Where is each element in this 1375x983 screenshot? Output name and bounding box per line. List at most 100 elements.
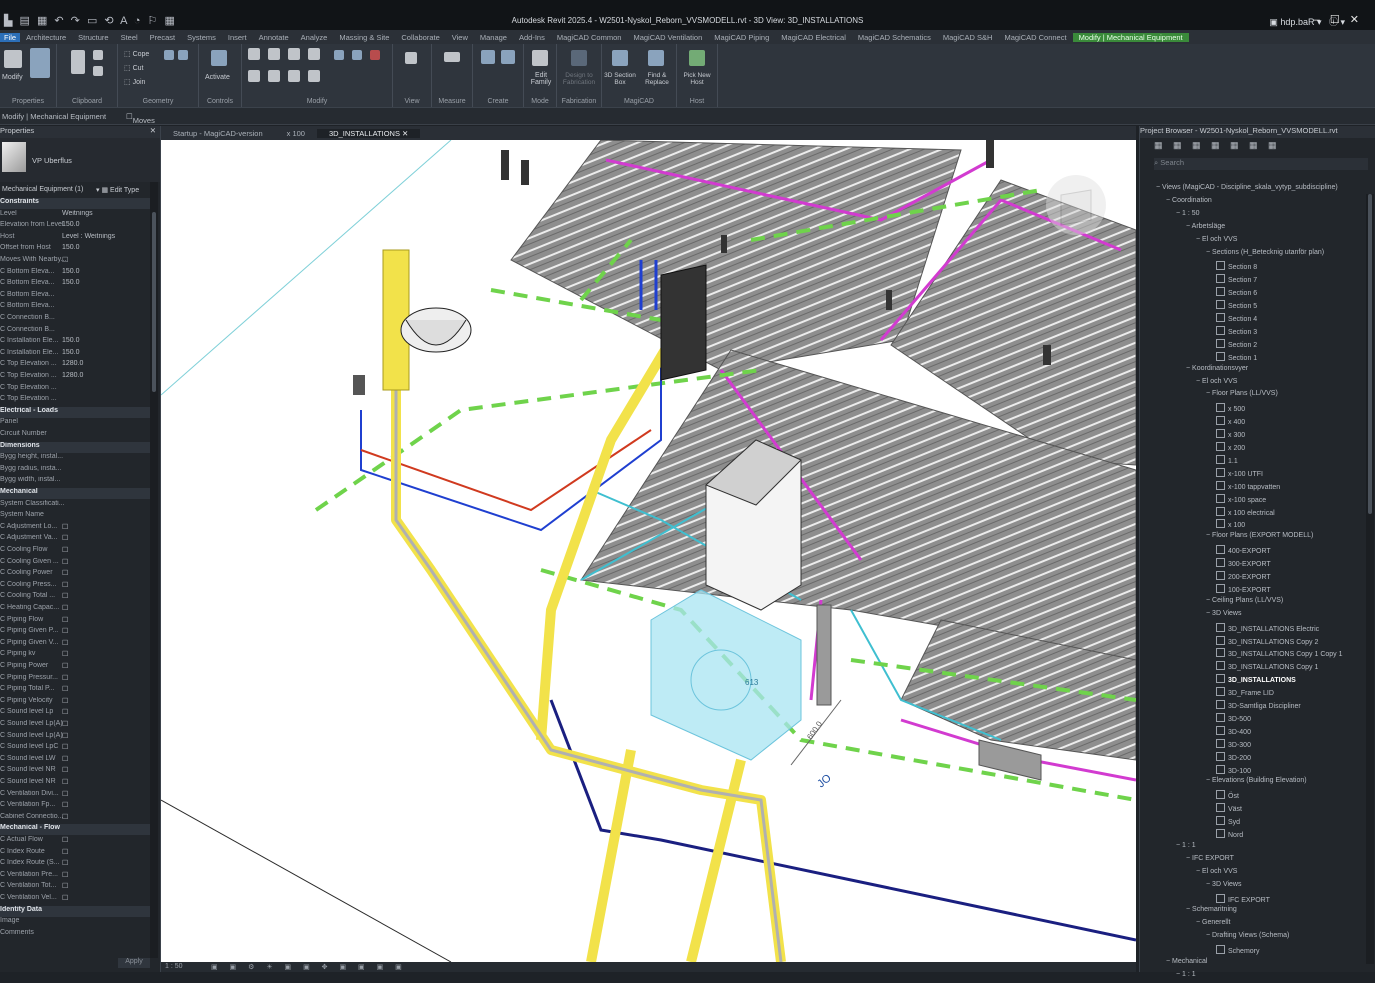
property-row[interactable]: Moves With Nearby... ☐ — [0, 256, 150, 267]
ribbon-tab[interactable]: MagiCAD Electrical — [775, 33, 852, 42]
browser-view-item[interactable]: 100-EXPORT — [1216, 583, 1271, 596]
array-icon[interactable] — [352, 50, 362, 60]
property-value[interactable]: 150.0 — [62, 221, 80, 228]
activate-icon[interactable] — [211, 50, 227, 66]
property-row[interactable]: C Ventilation Divi... ☐ — [0, 790, 150, 801]
browser-folder[interactable]: − Floor Plans (LL/VVS) — [1206, 390, 1278, 402]
property-row[interactable]: C Cooling Power ☐ — [0, 569, 150, 580]
browser-view-item[interactable]: Section 8 — [1216, 261, 1257, 273]
ribbon-tab[interactable]: Steel — [115, 33, 144, 42]
property-row[interactable]: Host Level : Weitnings — [0, 233, 150, 244]
property-row[interactable]: C Bottom Eleva... 150.0 — [0, 279, 150, 290]
browser-search-input[interactable]: ⌕ Search — [1154, 158, 1368, 170]
property-value[interactable]: 1280.0 — [62, 372, 83, 379]
property-value[interactable]: ☐ — [62, 534, 68, 542]
section-box-label[interactable]: 3D Section Box — [602, 72, 638, 86]
property-row[interactable]: C Index Route (S... ☐ — [0, 859, 150, 870]
browser-view-item[interactable]: Väst — [1216, 803, 1242, 815]
property-row[interactable]: C Piping Total P... ☐ — [0, 685, 150, 696]
design-to-fabrication-icon[interactable] — [571, 50, 587, 66]
browser-view-item[interactable]: 3D-Samtliga Discipliner — [1216, 700, 1301, 712]
properties-icon[interactable] — [30, 48, 50, 78]
browser-folder[interactable]: − 1 : 50 — [1176, 210, 1200, 222]
browser-view-item[interactable]: x-100 space — [1216, 493, 1266, 506]
browser-view-item[interactable]: Section 6 — [1216, 287, 1257, 299]
browser-folder[interactable]: − 3D Views — [1206, 610, 1242, 622]
ribbon-tab[interactable]: MagiCAD Common — [551, 33, 628, 42]
property-row[interactable]: C Index Route ☐ — [0, 848, 150, 859]
scale-label[interactable]: 1 : 50 — [165, 963, 183, 970]
property-row[interactable]: C Sound level Lp(A) ☐ — [0, 720, 150, 731]
ribbon-tab[interactable]: MagiCAD S&H — [937, 33, 999, 42]
browser-view-item[interactable]: IFC EXPORT — [1216, 893, 1270, 906]
browser-view-item[interactable]: x 400 — [1216, 416, 1245, 428]
browser-folder[interactable]: − Koordinationsvyer — [1186, 365, 1248, 377]
property-row[interactable]: C Piping kv ☐ — [0, 650, 150, 661]
browser-folder[interactable]: − Elevations (Building Elevation) — [1206, 777, 1307, 789]
browser-scrollbar[interactable] — [1366, 194, 1374, 964]
instance-selector[interactable]: Mechanical Equipment (1) ▾ ▦ Edit Type — [0, 184, 160, 196]
property-row[interactable]: C Ventilation Vel... ☐ — [0, 894, 150, 905]
ribbon-tab[interactable]: MagiCAD Connect — [998, 33, 1072, 42]
property-value[interactable]: ☐ — [62, 720, 68, 728]
property-value[interactable]: Level : Weitnings — [62, 233, 115, 240]
browser-view-item[interactable]: x 500 — [1216, 403, 1245, 415]
ribbon-tab[interactable]: View — [446, 33, 474, 42]
ribbon-tab[interactable]: MagiCAD Schematics — [852, 33, 937, 42]
modify-arrow-icon[interactable] — [4, 50, 22, 68]
browser-folder[interactable]: − El och VVS — [1196, 378, 1237, 390]
browser-folder[interactable]: − 1 : 1 — [1176, 971, 1196, 983]
browser-toolbar[interactable]: ▦ ▦ ▦ ▦ ▦ ▦ ▦ — [1154, 140, 1281, 151]
view-tab[interactable]: x 100 — [275, 129, 317, 138]
property-category[interactable]: Identity Data — [0, 905, 150, 917]
browser-view-item[interactable]: Öst — [1216, 790, 1239, 802]
property-value[interactable]: ☐ — [62, 732, 68, 740]
property-value[interactable]: ☐ — [62, 859, 68, 867]
join-button[interactable]: ⬚ Join — [124, 78, 145, 86]
rotate-icon[interactable] — [288, 70, 300, 82]
browser-view-item[interactable]: 3D-200 — [1216, 751, 1251, 764]
ribbon-tab[interactable]: Insert — [222, 33, 253, 42]
property-row[interactable]: C Cooling Total ... ☐ — [0, 592, 150, 603]
browser-view-item[interactable]: 400-EXPORT — [1216, 545, 1271, 557]
ribbon-tab[interactable]: Analyze — [295, 33, 334, 42]
delete-icon[interactable] — [370, 50, 380, 60]
property-row[interactable]: System Classificati... — [0, 500, 150, 511]
property-row[interactable]: Comments — [0, 929, 150, 940]
property-row[interactable]: C Cooling Press... ☐ — [0, 581, 150, 592]
selected-mechanical-equipment[interactable]: 613 — [650, 589, 802, 761]
browser-folder[interactable]: − Mechanical — [1166, 958, 1207, 970]
property-row[interactable]: C Ventilation Pre... ☐ — [0, 871, 150, 882]
copy-element-icon[interactable] — [268, 70, 280, 82]
property-row[interactable]: C Installation Ele... 150.0 — [0, 349, 150, 360]
ribbon-tab[interactable]: Collaborate — [395, 33, 445, 42]
property-value[interactable]: ☐ — [62, 697, 68, 705]
property-value[interactable]: ☐ — [62, 755, 68, 763]
property-value[interactable]: ☐ — [62, 813, 68, 821]
property-value[interactable]: ☐ — [62, 778, 68, 786]
property-row[interactable]: C Ventilation Tot... ☐ — [0, 882, 150, 893]
property-value[interactable]: ☐ — [62, 708, 68, 716]
property-value[interactable]: ☐ — [62, 790, 68, 798]
browser-folder[interactable]: − 1 : 1 — [1176, 842, 1196, 854]
ribbon-tab[interactable]: Add-Ins — [513, 33, 551, 42]
ribbon-tab[interactable]: MagiCAD Ventilation — [627, 33, 708, 42]
property-row[interactable]: Circuit Number — [0, 430, 150, 441]
property-row[interactable]: Bygg width, instal... — [0, 476, 150, 487]
align-icon[interactable] — [248, 48, 260, 60]
property-row[interactable]: C Sound level NR ☐ — [0, 766, 150, 777]
browser-folder[interactable]: − Coordination — [1166, 197, 1212, 209]
paste-icon[interactable] — [71, 50, 85, 74]
ribbon-tab[interactable]: Modify | Mechanical Equipment — [1072, 32, 1189, 42]
property-value[interactable]: ☐ — [62, 801, 68, 809]
property-row[interactable]: C Heating Capac... ☐ — [0, 604, 150, 615]
ribbon-tab[interactable]: Structure — [72, 33, 114, 42]
browser-view-item[interactable]: 3D_INSTALLATIONS Copy 1 Copy 1 — [1216, 648, 1343, 660]
copy-icon[interactable] — [93, 66, 103, 76]
apply-button[interactable]: Apply — [118, 958, 150, 968]
browser-view-item[interactable]: 1.1 — [1216, 454, 1238, 467]
browser-view-item[interactable]: Schemory — [1216, 945, 1260, 957]
edit-family-button-label[interactable]: Edit Family — [526, 72, 556, 86]
property-row[interactable]: Bygg radius, insta... — [0, 465, 150, 476]
browser-view-item[interactable]: 3D_INSTALLATIONS — [1216, 674, 1296, 686]
